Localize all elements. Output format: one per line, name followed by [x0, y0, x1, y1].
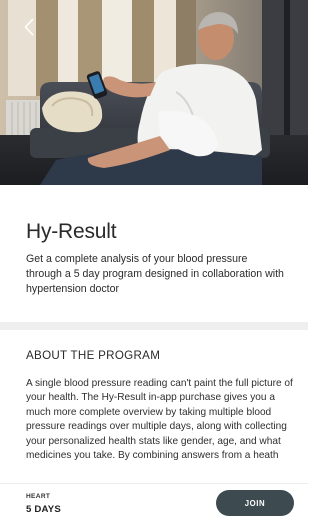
section-divider: [0, 322, 308, 330]
program-duration: 5 DAYS: [26, 504, 61, 515]
back-button[interactable]: [18, 14, 40, 40]
about-heading: ABOUT THE PROGRAM: [26, 349, 161, 362]
bottom-action-bar: HEART 5 DAYS JOIN: [0, 483, 308, 520]
page-title: Hy-Result: [26, 220, 117, 243]
hero-image: [0, 0, 308, 185]
program-header: Hy-Result Get a complete analysis of you…: [0, 185, 308, 322]
hero-photo: [0, 0, 308, 185]
join-button[interactable]: JOIN: [216, 490, 294, 516]
program-category: HEART: [26, 493, 51, 500]
about-body-text: A single blood pressure reading can't pa…: [26, 378, 293, 462]
program-info: HEART 5 DAYS: [26, 493, 61, 515]
chevron-left-icon: [24, 18, 34, 36]
about-section: ABOUT THE PROGRAM A single blood pressur…: [0, 330, 308, 490]
program-subtitle: Get a complete analysis of your blood pr…: [26, 253, 284, 295]
